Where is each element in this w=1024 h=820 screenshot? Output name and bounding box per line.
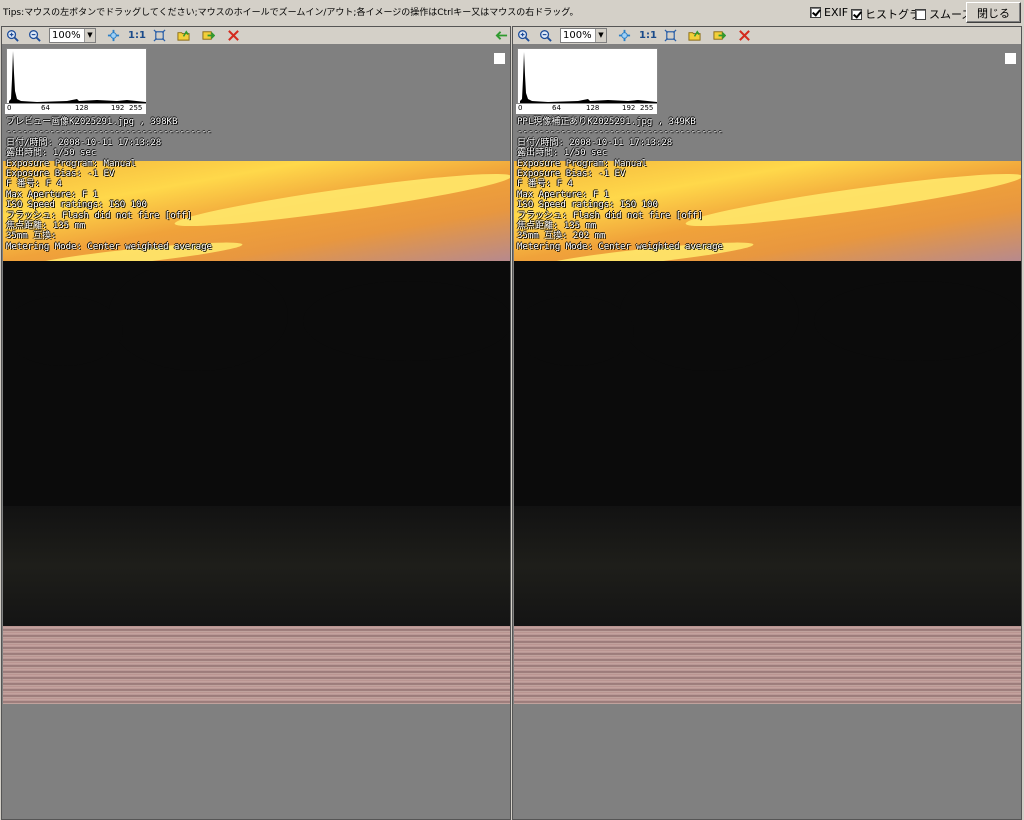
back-arrow-icon[interactable] (493, 28, 509, 43)
histogram-checkbox[interactable]: ヒストグラ (851, 6, 920, 22)
exif-aperture: Max Aperture: F 1 (517, 189, 610, 200)
left-histogram (6, 48, 147, 104)
exif-bias: Exposure Bias: -1 EV (6, 169, 115, 180)
smooth-checkbox-box[interactable] (915, 8, 926, 20)
exif-bias: Exposure Bias: -1 EV (517, 169, 626, 180)
exif-aperture: Max Aperture: F 1 (6, 189, 99, 200)
zoom-in-icon[interactable] (515, 28, 531, 43)
tree-silhouette (303, 281, 510, 361)
right-toolbar: 100% ▼ 1:1 (513, 27, 1021, 45)
histogram-tick: 128 (75, 104, 89, 112)
exif-metering: Metering Mode: Center weighted average (517, 241, 723, 252)
exif-fnumber: F 番号: F 4 (6, 179, 62, 190)
close-x-icon[interactable] (225, 28, 241, 43)
smooth-checkbox[interactable]: スムーズ (915, 6, 972, 22)
chevron-down-icon[interactable]: ▼ (84, 29, 95, 42)
zoom-in-icon[interactable] (4, 28, 20, 43)
exif-exposure: 露出時間: 1/50 sec (517, 148, 608, 159)
tree-silhouette (514, 296, 634, 366)
zoom-select[interactable]: 100% ▼ (560, 28, 607, 43)
exif-focal: 焦点距離: 135 mm (6, 221, 86, 232)
grass-field (514, 506, 1021, 626)
left-exif-info: プレビュー画像K2025291.jpg , 398KB -------------… (6, 117, 212, 252)
histogram-tick: 192 (111, 104, 125, 112)
exif-iso: ISO Speed ratings: ISO 100 (517, 200, 658, 211)
exif-flash: フラッシュ: Flash did not fire [off] (6, 210, 192, 221)
exif-checkbox-label: EXIF (824, 6, 849, 19)
histogram-tick: 64 (41, 104, 50, 112)
actual-size-button[interactable]: 1:1 (638, 28, 658, 43)
exif-date: 日付/時間: 2008-10-11 17:13:28 (517, 137, 673, 148)
exif-checkbox[interactable]: EXIF (810, 6, 848, 19)
left-pane: 100% ▼ 1:1 0 64 128 192 255 プレビュー画像K2025… (1, 26, 511, 820)
histogram-checkbox-label: ヒストグラ (865, 8, 920, 21)
left-color-square (494, 53, 505, 64)
chevron-down-icon[interactable]: ▼ (595, 29, 606, 42)
histogram-tick: 0 (7, 104, 12, 112)
exif-focal35: 35mm 互換: (6, 231, 57, 242)
tree-silhouette (3, 296, 123, 366)
exif-focal: 焦点距離: 135 mm (517, 221, 597, 232)
exif-metering: Metering Mode: Center weighted average (6, 241, 212, 252)
right-histogram (517, 48, 658, 104)
exif-flash: フラッシュ: Flash did not fire [off] (517, 210, 703, 221)
fit-icon[interactable] (616, 28, 632, 43)
close-button[interactable]: 閉じる (966, 2, 1021, 23)
tree-silhouette (814, 281, 1021, 361)
actual-size-button[interactable]: 1:1 (127, 28, 147, 43)
fit-icon[interactable] (105, 28, 121, 43)
exif-separator: -------------------------------------- (6, 127, 212, 138)
image-compare-window: Tips:マウスの左ボタンでドラッグしてください;マウスのホイールでズームイン/… (0, 0, 1024, 820)
exif-checkbox-box[interactable] (810, 7, 821, 18)
exif-exposure: 露出時間: 1/50 sec (6, 148, 97, 159)
histogram-tick: 255 (129, 104, 143, 112)
exif-fnumber: F 番号: F 4 (517, 179, 573, 190)
right-pane: 100% ▼ 1:1 0 64 128 192 255 PPL現像補正ありK20… (512, 26, 1022, 820)
histogram-tick: 128 (586, 104, 600, 112)
histogram-tick: 192 (622, 104, 636, 112)
exif-program: Exposure Program: Manual (6, 158, 137, 169)
histogram-tick: 255 (640, 104, 654, 112)
open-folder-icon[interactable] (686, 28, 702, 43)
exif-date: 日付/時間: 2008-10-11 17:13:28 (6, 137, 162, 148)
zoom-out-icon[interactable] (26, 28, 42, 43)
fullscreen-icon[interactable] (662, 28, 678, 43)
right-color-square (1005, 53, 1016, 64)
exif-program: Exposure Program: Manual (517, 158, 648, 169)
next-arrow-icon[interactable] (200, 28, 216, 43)
exif-filename: PPL現像補正ありK2025291.jpg , 349KB (517, 117, 696, 127)
zoom-select-value: 100% (563, 30, 592, 41)
histogram-tick: 64 (552, 104, 561, 112)
fullscreen-icon[interactable] (151, 28, 167, 43)
tree-silhouette (108, 261, 288, 371)
zoom-out-icon[interactable] (537, 28, 553, 43)
zoom-select-value: 100% (52, 30, 81, 41)
left-toolbar: 100% ▼ 1:1 (2, 27, 510, 45)
grass-field (3, 506, 510, 626)
tips-text: Tips:マウスの左ボタンでドラッグしてください;マウスのホイールでズームイン/… (3, 8, 579, 18)
exif-separator: -------------------------------------- (517, 127, 723, 138)
right-histogram-axis: 0 64 128 192 255 (516, 104, 657, 114)
exif-focal35: 35mm 互換: 202 mm (517, 231, 606, 242)
close-x-icon[interactable] (736, 28, 752, 43)
exif-iso: ISO Speed ratings: ISO 100 (6, 200, 147, 211)
next-arrow-icon[interactable] (711, 28, 727, 43)
zoom-select[interactable]: 100% ▼ (49, 28, 96, 43)
water-surface (514, 626, 1021, 704)
tree-silhouette (619, 261, 799, 371)
tips-bar: Tips:マウスの左ボタンでドラッグしてください;マウスのホイールでズームイン/… (0, 0, 1024, 26)
histogram-checkbox-box[interactable] (851, 8, 862, 20)
right-exif-info: PPL現像補正ありK2025291.jpg , 349KB -----------… (517, 117, 723, 252)
left-histogram-axis: 0 64 128 192 255 (5, 104, 146, 114)
exif-filename: プレビュー画像K2025291.jpg , 398KB (6, 117, 178, 127)
histogram-tick: 0 (518, 104, 523, 112)
open-folder-icon[interactable] (175, 28, 191, 43)
water-surface (3, 626, 510, 704)
